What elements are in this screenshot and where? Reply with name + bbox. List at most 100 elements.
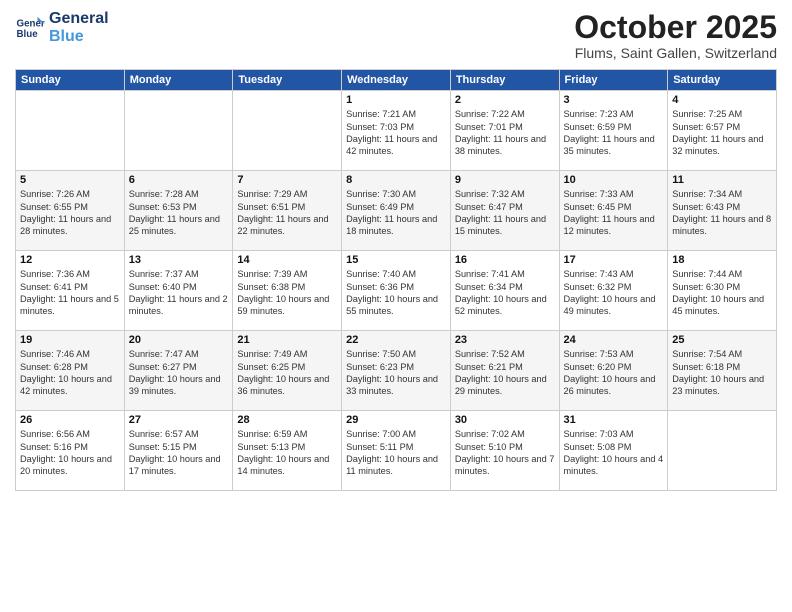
- day-info: Sunrise: 7:37 AMSunset: 6:40 PMDaylight:…: [129, 268, 229, 318]
- day-info: Sunrise: 7:36 AMSunset: 6:41 PMDaylight:…: [20, 268, 120, 318]
- table-row: 13Sunrise: 7:37 AMSunset: 6:40 PMDayligh…: [124, 251, 233, 331]
- header: General Blue General Blue October 2025 F…: [15, 10, 777, 61]
- day-info: Sunrise: 7:03 AMSunset: 5:08 PMDaylight:…: [564, 428, 664, 478]
- day-number: 19: [20, 334, 120, 346]
- day-number: 26: [20, 414, 120, 426]
- calendar-week-row: 12 Sunrise: 7:36 AMSunset: 6:41 PMDayligh…: [16, 251, 777, 331]
- header-tuesday: Tuesday: [233, 70, 342, 91]
- header-monday: Monday: [124, 70, 233, 91]
- table-row: 15 Sunrise: 7:40 AMSunset: 6:36 PMDayligh…: [342, 251, 451, 331]
- table-row: 24Sunrise: 7:53 AMSunset: 6:20 PMDayligh…: [559, 331, 668, 411]
- day-info: Sunrise: 7:54 AMSunset: 6:18 PMDaylight:…: [672, 348, 772, 398]
- table-row: 3 Sunrise: 7:23 AMSunset: 6:59 PMDaylight…: [559, 91, 668, 171]
- day-number: 17: [564, 254, 664, 266]
- table-row: 7 Sunrise: 7:29 AMSunset: 6:51 PMDaylight…: [233, 171, 342, 251]
- table-row: 12 Sunrise: 7:36 AMSunset: 6:41 PMDayligh…: [16, 251, 125, 331]
- header-sunday: Sunday: [16, 70, 125, 91]
- svg-text:Blue: Blue: [17, 29, 39, 40]
- day-info: Sunrise: 7:49 AMSunset: 6:25 PMDaylight:…: [237, 348, 337, 398]
- day-number: 27: [129, 414, 229, 426]
- table-row: 31 Sunrise: 7:03 AMSunset: 5:08 PMDayligh…: [559, 411, 668, 491]
- day-info: Sunrise: 7:23 AMSunset: 6:59 PMDaylight:…: [564, 108, 664, 158]
- table-row: 8 Sunrise: 7:30 AMSunset: 6:49 PMDaylight…: [342, 171, 451, 251]
- day-number: 18: [672, 254, 772, 266]
- day-number: 31: [564, 414, 664, 426]
- table-row: 21 Sunrise: 7:49 AMSunset: 6:25 PMDayligh…: [233, 331, 342, 411]
- day-number: 24: [564, 334, 664, 346]
- table-row: [124, 91, 233, 171]
- table-row: 2 Sunrise: 7:22 AMSunset: 7:01 PMDaylight…: [450, 91, 559, 171]
- header-wednesday: Wednesday: [342, 70, 451, 91]
- day-info: Sunrise: 7:34 AMSunset: 6:43 PMDaylight:…: [672, 188, 772, 238]
- day-number: 3: [564, 94, 664, 106]
- header-friday: Friday: [559, 70, 668, 91]
- day-info: Sunrise: 7:43 AMSunset: 6:32 PMDaylight:…: [564, 268, 664, 318]
- day-number: 21: [237, 334, 337, 346]
- day-info: Sunrise: 7:21 AMSunset: 7:03 PMDaylight:…: [346, 108, 446, 158]
- day-info: Sunrise: 7:40 AMSunset: 6:36 PMDaylight:…: [346, 268, 446, 318]
- table-row: [668, 411, 777, 491]
- day-info: Sunrise: 7:00 AMSunset: 5:11 PMDaylight:…: [346, 428, 446, 478]
- day-number: 8: [346, 174, 446, 186]
- day-number: 9: [455, 174, 555, 186]
- table-row: 9 Sunrise: 7:32 AMSunset: 6:47 PMDaylight…: [450, 171, 559, 251]
- day-info: Sunrise: 7:39 AMSunset: 6:38 PMDaylight:…: [237, 268, 337, 318]
- day-info: Sunrise: 7:02 AMSunset: 5:10 PMDaylight:…: [455, 428, 555, 478]
- table-row: 10Sunrise: 7:33 AMSunset: 6:45 PMDayligh…: [559, 171, 668, 251]
- table-row: 26 Sunrise: 6:56 AMSunset: 5:16 PMDayligh…: [16, 411, 125, 491]
- day-info: Sunrise: 6:59 AMSunset: 5:13 PMDaylight:…: [237, 428, 337, 478]
- day-number: 23: [455, 334, 555, 346]
- day-number: 25: [672, 334, 772, 346]
- table-row: 14 Sunrise: 7:39 AMSunset: 6:38 PMDayligh…: [233, 251, 342, 331]
- day-number: 4: [672, 94, 772, 106]
- day-info: Sunrise: 7:25 AMSunset: 6:57 PMDaylight:…: [672, 108, 772, 158]
- table-row: 5 Sunrise: 7:26 AMSunset: 6:55 PMDaylight…: [16, 171, 125, 251]
- day-info: Sunrise: 7:22 AMSunset: 7:01 PMDaylight:…: [455, 108, 555, 158]
- calendar-week-row: 1 Sunrise: 7:21 AMSunset: 7:03 PMDaylight…: [16, 91, 777, 171]
- calendar-week-row: 26 Sunrise: 6:56 AMSunset: 5:16 PMDayligh…: [16, 411, 777, 491]
- day-info: Sunrise: 7:29 AMSunset: 6:51 PMDaylight:…: [237, 188, 337, 238]
- day-number: 22: [346, 334, 446, 346]
- page-container: General Blue General Blue October 2025 F…: [0, 0, 792, 501]
- location-subtitle: Flums, Saint Gallen, Switzerland: [574, 45, 777, 61]
- table-row: [233, 91, 342, 171]
- table-row: 30 Sunrise: 7:02 AMSunset: 5:10 PMDayligh…: [450, 411, 559, 491]
- day-number: 7: [237, 174, 337, 186]
- header-saturday: Saturday: [668, 70, 777, 91]
- day-info: Sunrise: 6:56 AMSunset: 5:16 PMDaylight:…: [20, 428, 120, 478]
- header-thursday: Thursday: [450, 70, 559, 91]
- table-row: 6Sunrise: 7:28 AMSunset: 6:53 PMDaylight…: [124, 171, 233, 251]
- day-number: 5: [20, 174, 120, 186]
- table-row: 1 Sunrise: 7:21 AMSunset: 7:03 PMDaylight…: [342, 91, 451, 171]
- day-info: Sunrise: 7:52 AMSunset: 6:21 PMDaylight:…: [455, 348, 555, 398]
- day-info: Sunrise: 7:26 AMSunset: 6:55 PMDaylight:…: [20, 188, 120, 238]
- month-title: October 2025: [574, 10, 777, 45]
- day-number: 15: [346, 254, 446, 266]
- day-info: Sunrise: 7:50 AMSunset: 6:23 PMDaylight:…: [346, 348, 446, 398]
- logo: General Blue General Blue: [15, 10, 109, 45]
- table-row: 20Sunrise: 7:47 AMSunset: 6:27 PMDayligh…: [124, 331, 233, 411]
- day-info: Sunrise: 7:30 AMSunset: 6:49 PMDaylight:…: [346, 188, 446, 238]
- day-number: 14: [237, 254, 337, 266]
- day-number: 16: [455, 254, 555, 266]
- logo-line1: General: [49, 10, 109, 28]
- calendar-week-row: 5 Sunrise: 7:26 AMSunset: 6:55 PMDaylight…: [16, 171, 777, 251]
- day-info: Sunrise: 7:32 AMSunset: 6:47 PMDaylight:…: [455, 188, 555, 238]
- day-number: 12: [20, 254, 120, 266]
- table-row: 11 Sunrise: 7:34 AMSunset: 6:43 PMDayligh…: [668, 171, 777, 251]
- day-number: 29: [346, 414, 446, 426]
- day-number: 10: [564, 174, 664, 186]
- day-number: 30: [455, 414, 555, 426]
- title-block: October 2025 Flums, Saint Gallen, Switze…: [574, 10, 777, 61]
- day-number: 2: [455, 94, 555, 106]
- day-info: Sunrise: 6:57 AMSunset: 5:15 PMDaylight:…: [129, 428, 229, 478]
- day-number: 11: [672, 174, 772, 186]
- day-info: Sunrise: 7:28 AMSunset: 6:53 PMDaylight:…: [129, 188, 229, 238]
- table-row: 25 Sunrise: 7:54 AMSunset: 6:18 PMDayligh…: [668, 331, 777, 411]
- table-row: 23 Sunrise: 7:52 AMSunset: 6:21 PMDayligh…: [450, 331, 559, 411]
- logo-icon: General Blue: [15, 13, 45, 43]
- table-row: 27 Sunrise: 6:57 AMSunset: 5:15 PMDayligh…: [124, 411, 233, 491]
- table-row: 22 Sunrise: 7:50 AMSunset: 6:23 PMDayligh…: [342, 331, 451, 411]
- calendar-table: Sunday Monday Tuesday Wednesday Thursday…: [15, 69, 777, 491]
- day-number: 1: [346, 94, 446, 106]
